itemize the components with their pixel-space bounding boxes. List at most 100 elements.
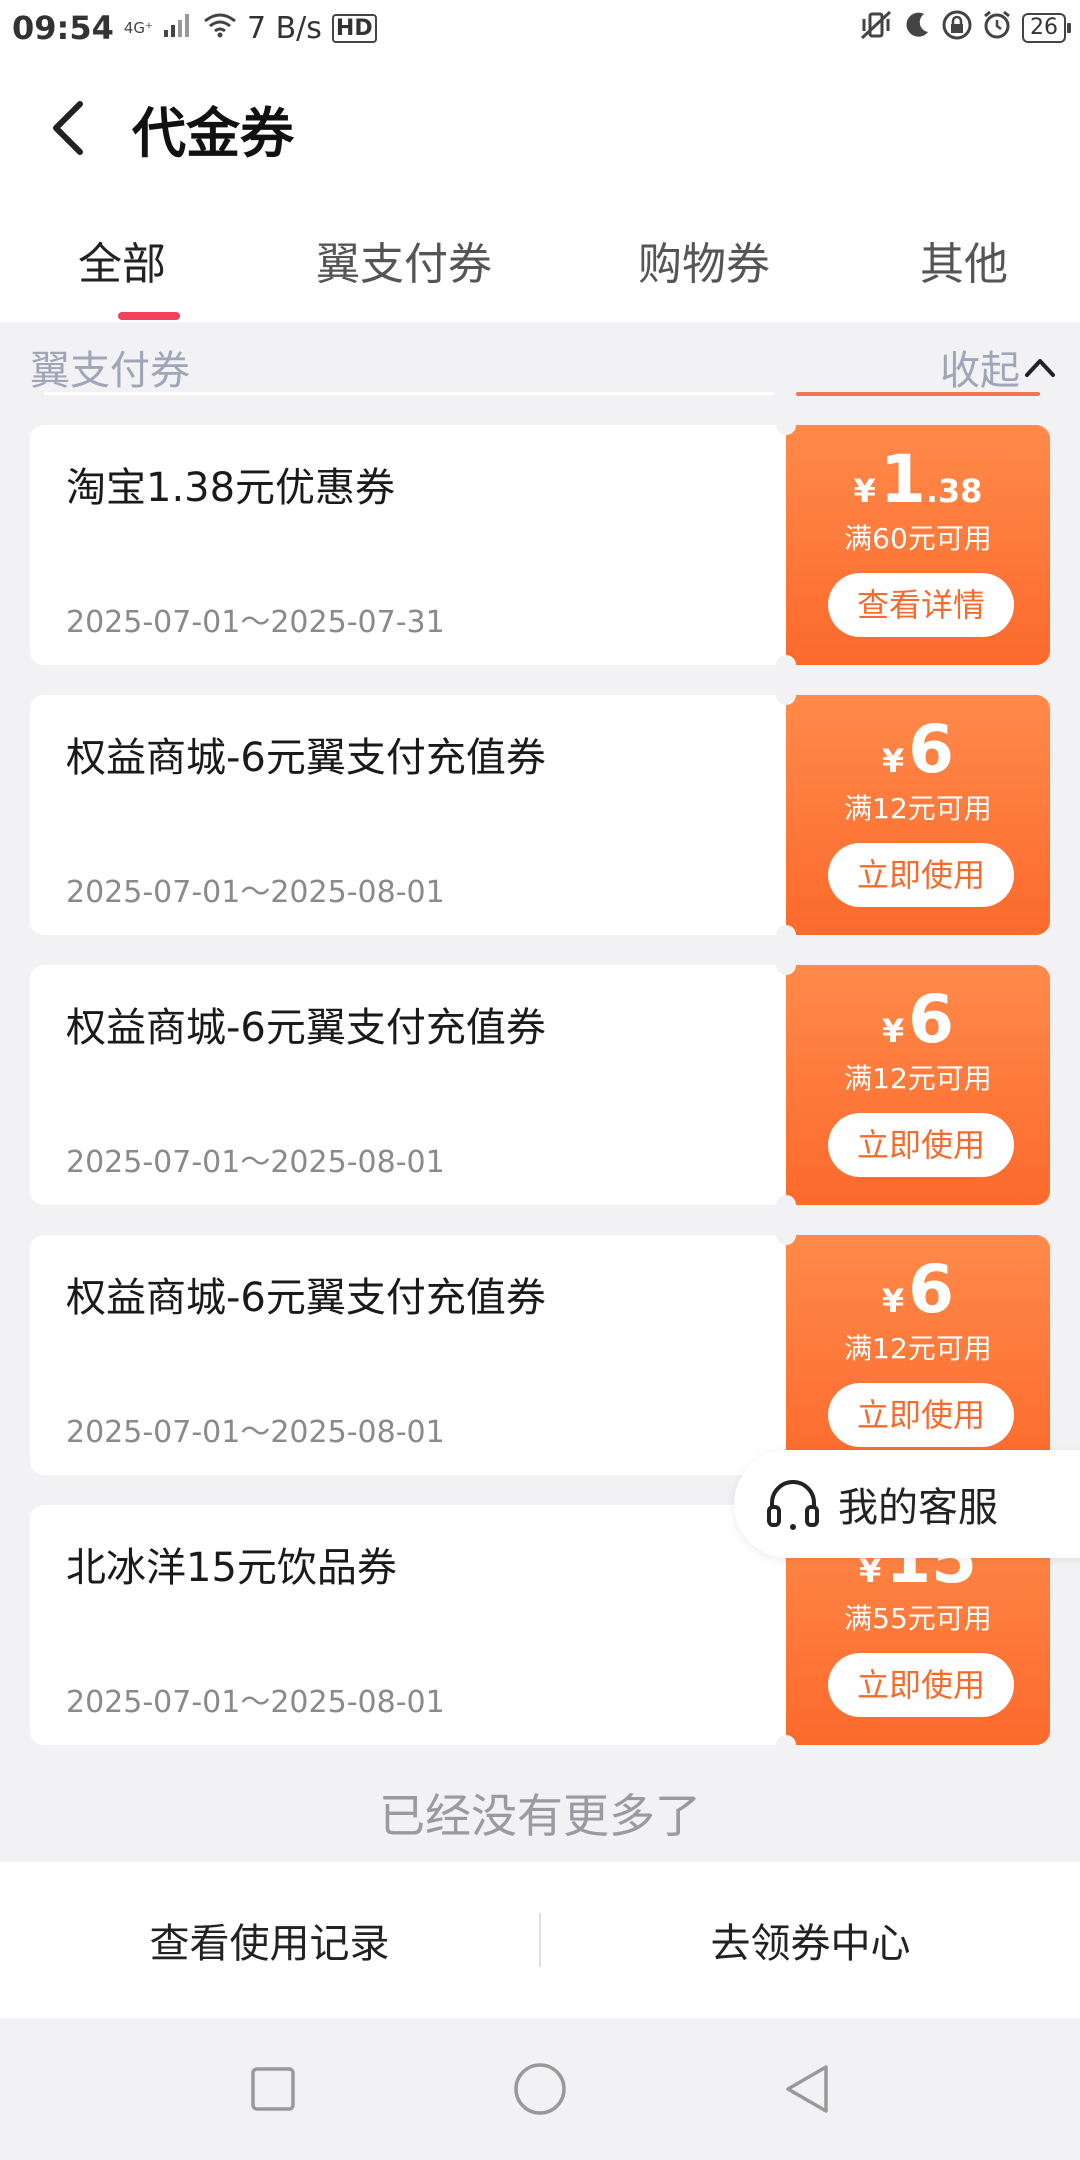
- coupon-price: ¥ 6: [786, 987, 1050, 1053]
- hd-icon: HD: [331, 13, 377, 43]
- coupon-notch: [776, 1195, 796, 1215]
- tab-bar: 全部 翼支付券 购物券 其他: [0, 200, 1080, 322]
- network-type: 4G⁺: [123, 18, 153, 37]
- back-nav-button[interactable]: [767, 2049, 847, 2129]
- coupon-notch: [776, 415, 796, 435]
- coupon-info: 权益商城-6元翼支付充值券 2025-07-01～2025-08-01: [30, 695, 786, 935]
- coupon-price: ¥ 1 .38: [786, 447, 1050, 513]
- tab-shopping[interactable]: 购物券: [638, 228, 770, 292]
- section-divider: [44, 392, 774, 395]
- coupon-name: 北冰洋15元饮品券: [66, 1545, 397, 1591]
- tab-all[interactable]: 全部: [78, 228, 166, 292]
- coupon-info: 淘宝1.38元优惠券 2025-07-01～2025-07-31: [30, 425, 786, 665]
- home-button[interactable]: [500, 2049, 580, 2129]
- coupon-value-panel: ¥ 6 满12元可用 立即使用: [786, 1235, 1050, 1475]
- coupon-price: ¥ 6: [786, 717, 1050, 783]
- coupon-name: 权益商城-6元翼支付充值券: [66, 1005, 546, 1051]
- customer-service-button[interactable]: 我的客服: [734, 1450, 1080, 1558]
- section-header: 翼支付券 收起: [0, 322, 1080, 400]
- customer-service-label: 我的客服: [838, 1485, 998, 1531]
- coupon-notch: [776, 685, 796, 705]
- coupon-condition: 满12元可用: [844, 792, 992, 825]
- battery-icon: 26: [1022, 13, 1071, 43]
- collapse-button[interactable]: 收起: [940, 338, 1056, 396]
- recent-apps-button[interactable]: [233, 2049, 313, 2129]
- use-now-button[interactable]: 立即使用: [828, 843, 1014, 907]
- coupon-notch: [776, 1225, 796, 1245]
- coupon-value-panel: ¥ 1 .38 满60元可用 查看详情: [786, 425, 1050, 665]
- use-now-button[interactable]: 立即使用: [828, 1653, 1014, 1717]
- tab-active-indicator: [118, 312, 180, 320]
- status-right: 26: [860, 10, 1071, 47]
- coupon-list: 淘宝1.38元优惠券 2025-07-01～2025-07-31 ¥ 1 .38…: [30, 415, 1050, 1775]
- coupon-name: 淘宝1.38元优惠券: [66, 465, 396, 511]
- status-bar: 09:54 4G⁺ 7 B/s HD 26: [0, 0, 1080, 56]
- signal-icon: [163, 12, 193, 45]
- tab-bestpay[interactable]: 翼支付券: [316, 228, 492, 292]
- status-time: 09:54: [12, 9, 114, 47]
- status-left: 09:54 4G⁺ 7 B/s HD: [12, 9, 377, 47]
- headset-icon: [767, 1480, 819, 1530]
- collapse-underline: [796, 392, 1040, 396]
- coupon-date: 2025-07-01～2025-08-01: [66, 1415, 445, 1450]
- coupon-condition: 满12元可用: [844, 1332, 992, 1365]
- coupon-date: 2025-07-01～2025-08-01: [66, 1145, 445, 1180]
- coupon-date: 2025-07-01～2025-08-01: [66, 875, 445, 910]
- price-integer: 1: [879, 441, 926, 518]
- coupon-date: 2025-07-01～2025-07-31: [66, 605, 445, 640]
- coupon-info: 权益商城-6元翼支付充值券 2025-07-01～2025-08-01: [30, 965, 786, 1205]
- coupon-card[interactable]: 权益商城-6元翼支付充值券 2025-07-01～2025-08-01 ¥ 6 …: [30, 685, 1050, 945]
- price-integer: 6: [908, 1251, 955, 1328]
- coupon-notch: [776, 655, 796, 675]
- coupon-center-button[interactable]: 去领券中心: [541, 1911, 1080, 1969]
- vibrate-icon: [860, 10, 892, 47]
- currency-symbol: ¥: [881, 742, 905, 780]
- coupon-value-panel: ¥ 6 满12元可用 立即使用: [786, 695, 1050, 935]
- wifi-icon: [203, 12, 237, 45]
- coupon-notch: [776, 1735, 796, 1755]
- no-more-text: 已经没有更多了: [379, 1789, 701, 1843]
- square-icon: [251, 2067, 296, 2111]
- coupon-name: 权益商城-6元翼支付充值券: [66, 735, 546, 781]
- system-nav-bar: [0, 2018, 1080, 2160]
- price-integer: 6: [908, 711, 955, 788]
- coupon-card[interactable]: 淘宝1.38元优惠券 2025-07-01～2025-07-31 ¥ 1 .38…: [30, 415, 1050, 675]
- coupon-price: ¥ 6: [786, 1257, 1050, 1323]
- header: 代金券: [0, 56, 1080, 200]
- coupon-card[interactable]: 权益商城-6元翼支付充值券 2025-07-01～2025-08-01 ¥ 6 …: [30, 955, 1050, 1215]
- coupon-info: 权益商城-6元翼支付充值券 2025-07-01～2025-08-01: [30, 1235, 786, 1475]
- currency-symbol: ¥: [881, 1012, 905, 1050]
- coupon-condition: 满12元可用: [844, 1062, 992, 1095]
- currency-symbol: ¥: [881, 1282, 905, 1320]
- coupon-date: 2025-07-01～2025-08-01: [66, 1685, 445, 1720]
- coupon-notch: [776, 955, 796, 975]
- view-details-button[interactable]: 查看详情: [828, 573, 1014, 637]
- price-decimal: .38: [925, 472, 983, 510]
- bottom-action-bar: 查看使用记录 去领券中心: [0, 1862, 1080, 2018]
- collapse-label: 收起: [940, 348, 1020, 394]
- coupon-name: 权益商城-6元翼支付充值券: [66, 1275, 546, 1321]
- coupon-condition: 满55元可用: [844, 1602, 992, 1635]
- alarm-icon: [982, 10, 1012, 47]
- back-button[interactable]: [28, 88, 108, 168]
- view-usage-history-button[interactable]: 查看使用记录: [0, 1911, 539, 1969]
- coupon-value-panel: ¥ 6 满12元可用 立即使用: [786, 965, 1050, 1205]
- use-now-button[interactable]: 立即使用: [828, 1113, 1014, 1177]
- price-integer: 6: [908, 981, 955, 1058]
- chevron-up-icon: [1025, 359, 1055, 377]
- section-title: 翼支付券: [30, 348, 190, 394]
- lock-icon: [942, 10, 972, 47]
- coupon-notch: [776, 925, 796, 945]
- page-title: 代金券: [132, 101, 294, 165]
- network-speed: 7 B/s: [246, 10, 322, 46]
- currency-symbol: ¥: [853, 472, 876, 510]
- chevron-left-icon: [53, 101, 83, 155]
- triangle-back-icon: [785, 2065, 828, 2113]
- moon-icon: [902, 10, 932, 47]
- use-now-button[interactable]: 立即使用: [828, 1383, 1014, 1447]
- coupon-info: 北冰洋15元饮品券 2025-07-01～2025-08-01: [30, 1505, 786, 1745]
- coupon-card[interactable]: 权益商城-6元翼支付充值券 2025-07-01～2025-08-01 ¥ 6 …: [30, 1225, 1050, 1485]
- circle-icon: [514, 2063, 566, 2115]
- tab-other[interactable]: 其他: [920, 228, 1008, 292]
- coupon-condition: 满60元可用: [844, 522, 992, 555]
